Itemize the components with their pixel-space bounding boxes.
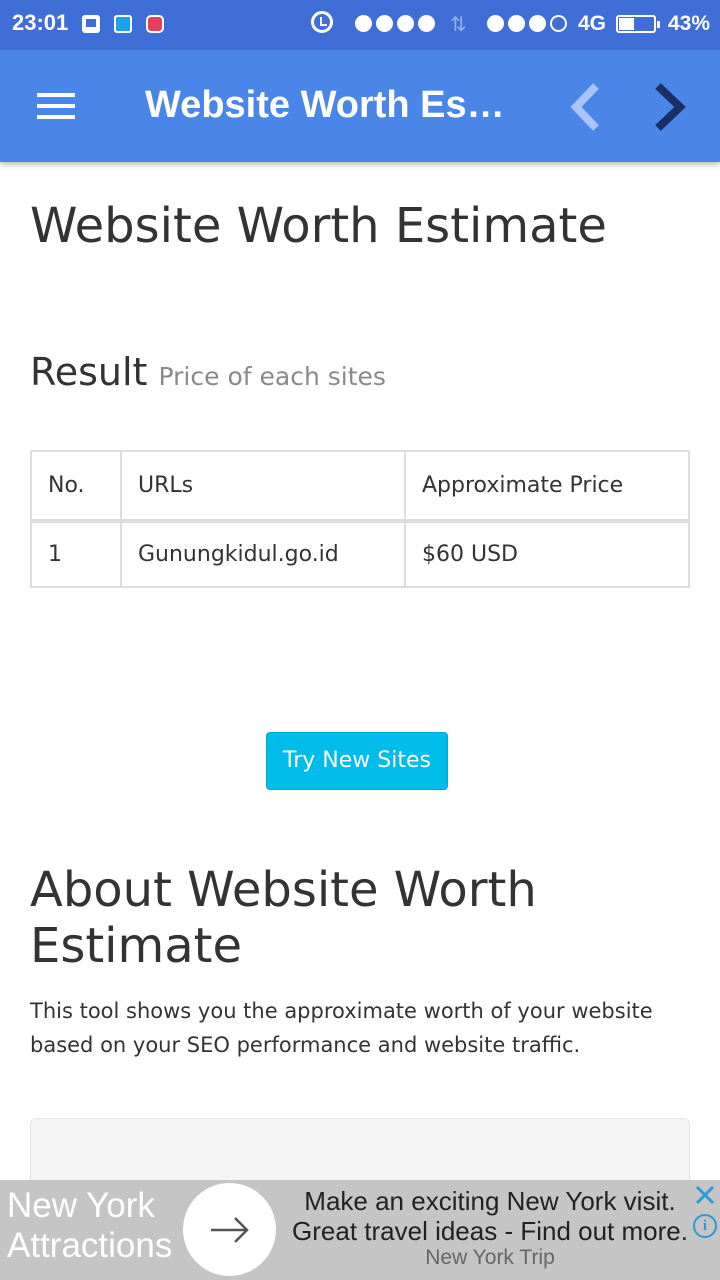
- about-title: About Website Worth Estimate: [30, 862, 537, 974]
- results-table: No. URLs Approximate Price 1 Gunungkidul…: [30, 450, 690, 588]
- info-icon[interactable]: i: [693, 1214, 717, 1238]
- ad-banner[interactable]: New York Attractions Make an exciting Ne…: [0, 1180, 720, 1280]
- result-subtitle: Price of each sites: [158, 362, 386, 391]
- result-title: Result: [30, 350, 148, 394]
- try-new-sites-button[interactable]: Try New Sites: [266, 732, 448, 790]
- arrow-right-icon[interactable]: [183, 1183, 276, 1276]
- instagram-icon: [146, 15, 164, 33]
- status-bar: 23:01 ⇅ 4G 43%: [0, 0, 720, 50]
- bbm-icon: [82, 15, 100, 33]
- data-transfer-icon: ⇅: [450, 12, 467, 36]
- ad-brand: New York Attractions: [7, 1186, 172, 1266]
- header-price: Approximate Price: [404, 450, 690, 523]
- signal-icon: [355, 15, 435, 32]
- alarm-icon: [311, 11, 333, 33]
- app-bar: Website Worth Estimate: [0, 50, 720, 162]
- battery-percent: 43%: [668, 12, 711, 35]
- menu-icon[interactable]: [37, 93, 75, 119]
- app-bar-title: Website Worth Estimate: [145, 84, 515, 126]
- page-title: Website Worth Estimate: [30, 198, 607, 254]
- network-type: 4G: [578, 12, 607, 35]
- chevron-left-icon[interactable]: [566, 80, 610, 134]
- ad-source: New York Trip: [425, 1246, 555, 1269]
- ad-brand-line1: New York: [7, 1186, 155, 1225]
- mi-icon: [114, 15, 132, 33]
- table-row: 1 Gunungkidul.go.id $60 USD: [30, 520, 690, 588]
- ad-headline-2: Great travel ideas - Find out more.: [292, 1216, 688, 1246]
- result-heading: Result Price of each sites: [30, 350, 386, 394]
- about-text: This tool shows you the approximate wort…: [30, 999, 653, 1057]
- close-icon[interactable]: [694, 1184, 716, 1206]
- cell-number: 1: [30, 520, 122, 588]
- header-number: No.: [30, 450, 122, 523]
- signal-icon: [487, 15, 567, 32]
- ad-brand-line2: Attractions: [7, 1226, 173, 1265]
- table-header-row: No. URLs Approximate Price: [30, 450, 690, 523]
- chevron-right-icon[interactable]: [648, 80, 692, 134]
- cell-price: $60 USD: [404, 520, 690, 588]
- ad-headline-1: Make an exciting New York visit.: [304, 1186, 676, 1216]
- header-urls: URLs: [120, 450, 406, 523]
- status-time: 23:01: [12, 10, 69, 35]
- cell-url: Gunungkidul.go.id: [120, 520, 406, 588]
- battery-icon: [616, 15, 660, 33]
